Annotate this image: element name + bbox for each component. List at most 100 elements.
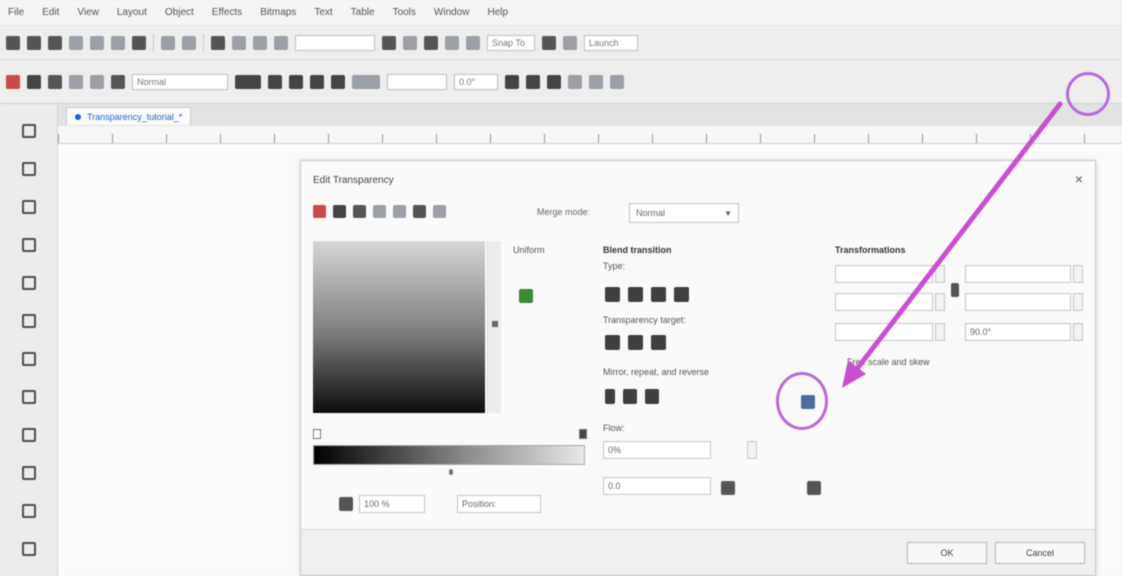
menu-item-file[interactable]: File	[8, 7, 24, 18]
eyedropper-icon[interactable]	[519, 289, 533, 303]
node-position-field[interactable]	[387, 73, 447, 90]
rotation-spinner[interactable]	[1073, 323, 1083, 341]
two-color-pattern-icon[interactable]	[111, 74, 125, 89]
copy-icon[interactable]	[111, 35, 125, 50]
zoom-tool-icon[interactable]	[20, 236, 36, 252]
elliptical-fountain-icon[interactable]	[289, 74, 303, 89]
print-icon[interactable]	[69, 35, 83, 50]
uniform-transparency-icon[interactable]	[27, 74, 41, 89]
polygon-tool-icon[interactable]	[20, 426, 36, 442]
rulers-icon[interactable]	[403, 35, 417, 50]
x-spinner[interactable]	[1073, 265, 1083, 283]
ellipse-tool-icon[interactable]	[20, 388, 36, 404]
menu-item-edit[interactable]: Edit	[42, 7, 59, 18]
crop-tool-icon[interactable]	[20, 198, 36, 214]
close-button[interactable]: ×	[1075, 171, 1083, 187]
linear-fountain-icon[interactable]	[268, 74, 282, 89]
acceleration-field[interactable]: 0.0	[603, 477, 711, 495]
linear-fountain-icon[interactable]	[605, 287, 620, 302]
y-field[interactable]	[965, 293, 1071, 311]
menu-item-table[interactable]: Table	[351, 7, 375, 18]
height-field[interactable]	[835, 293, 933, 311]
y-spinner[interactable]	[1073, 293, 1083, 311]
repeat-icon[interactable]	[645, 389, 659, 404]
menu-item-layout[interactable]: Layout	[117, 7, 147, 18]
fountain-transparency-icon[interactable]	[353, 205, 366, 218]
lock-ratio-icon[interactable]	[951, 283, 959, 297]
target-outline-icon[interactable]	[628, 335, 643, 350]
position-field[interactable]: Position:	[457, 495, 541, 513]
two-color-pattern-icon[interactable]	[413, 205, 426, 218]
gradient-bar[interactable]	[313, 445, 585, 465]
preview-scrollbar[interactable]	[487, 241, 501, 413]
width-spinner[interactable]	[935, 265, 945, 283]
menu-item-help[interactable]: Help	[488, 7, 509, 18]
flow-field[interactable]: 0%	[603, 441, 711, 459]
redo-icon[interactable]	[182, 35, 196, 50]
bitmap-pattern-icon[interactable]	[90, 74, 104, 89]
publish-pdf-icon[interactable]	[274, 35, 288, 50]
launch-icon[interactable]	[563, 35, 577, 50]
grid-icon[interactable]	[424, 35, 438, 50]
skew-spinner[interactable]	[935, 323, 945, 341]
conical-fountain-icon[interactable]	[651, 287, 666, 302]
merge-mode-select[interactable]: Normal	[132, 73, 228, 90]
uniform-transparency-icon[interactable]	[333, 205, 346, 218]
rectangle-tool-icon[interactable]	[20, 350, 36, 366]
artistic-media-icon[interactable]	[20, 312, 36, 328]
width-field[interactable]	[835, 265, 933, 283]
midpoint-marker[interactable]	[449, 469, 453, 475]
open-icon[interactable]	[27, 35, 41, 50]
pick-tool-icon[interactable]	[20, 122, 36, 138]
transparency-target-fill-icon[interactable]	[505, 74, 519, 89]
snap-icon[interactable]	[466, 35, 480, 50]
guidelines-icon[interactable]	[445, 35, 459, 50]
repeat-mirror-icon[interactable]	[623, 389, 637, 404]
target-all-icon[interactable]	[651, 335, 666, 350]
snap-to-dropdown[interactable]: Snap To	[487, 34, 535, 51]
vector-pattern-icon[interactable]	[373, 205, 386, 218]
ok-button[interactable]: OK	[907, 542, 987, 564]
shape-tool-icon[interactable]	[20, 160, 36, 176]
fountain-preview[interactable]	[313, 241, 485, 413]
vector-pattern-icon[interactable]	[69, 74, 83, 89]
menu-item-window[interactable]: Window	[434, 7, 470, 18]
rectangular-fountain-icon[interactable]	[331, 74, 345, 89]
transparency-target-all-icon[interactable]	[547, 74, 561, 89]
menu-item-object[interactable]: Object	[165, 7, 194, 18]
gradient-end-node[interactable]	[579, 429, 587, 439]
export-icon[interactable]	[253, 35, 267, 50]
height-spinner[interactable]	[935, 293, 945, 311]
conical-fountain-icon[interactable]	[310, 74, 324, 89]
horizontal-ruler[interactable]	[58, 126, 1122, 144]
connector-tool-icon[interactable]	[20, 502, 36, 518]
eyedropper-icon[interactable]	[807, 481, 821, 495]
import-icon[interactable]	[232, 35, 246, 50]
new-document-icon[interactable]	[6, 35, 20, 50]
texture-transparency-icon[interactable]	[433, 205, 446, 218]
options-gear-icon[interactable]	[542, 35, 556, 50]
paste-icon[interactable]	[132, 35, 146, 50]
transparency-target-outline-icon[interactable]	[526, 74, 540, 89]
merge-mode-select[interactable]: Normal ▼	[629, 203, 739, 223]
acceleration-icon[interactable]	[721, 481, 735, 495]
no-transparency-icon[interactable]	[6, 74, 20, 89]
elliptical-fountain-icon[interactable]	[628, 287, 643, 302]
menu-item-tools[interactable]: Tools	[393, 7, 416, 18]
freeze-transparency-icon[interactable]	[568, 74, 582, 89]
menu-item-effects[interactable]: Effects	[212, 7, 242, 18]
default-fountain-icon[interactable]	[605, 389, 615, 404]
undo-icon[interactable]	[161, 35, 175, 50]
no-transparency-icon[interactable]	[313, 205, 326, 218]
cut-icon[interactable]	[90, 35, 104, 50]
node-color-icon[interactable]	[339, 497, 353, 511]
bitmap-pattern-icon[interactable]	[393, 205, 406, 218]
tab-document[interactable]: Transparency_tutorial_*	[66, 107, 192, 125]
cancel-button[interactable]: Cancel	[995, 542, 1085, 564]
rotation-field[interactable]: 90.0°	[965, 323, 1071, 341]
transparency-field[interactable]: 100 %	[359, 495, 425, 513]
launch-dropdown[interactable]: Launch	[584, 34, 638, 51]
skew-field[interactable]	[835, 323, 933, 341]
flow-spinner[interactable]	[747, 441, 757, 459]
freehand-tool-icon[interactable]	[20, 274, 36, 290]
